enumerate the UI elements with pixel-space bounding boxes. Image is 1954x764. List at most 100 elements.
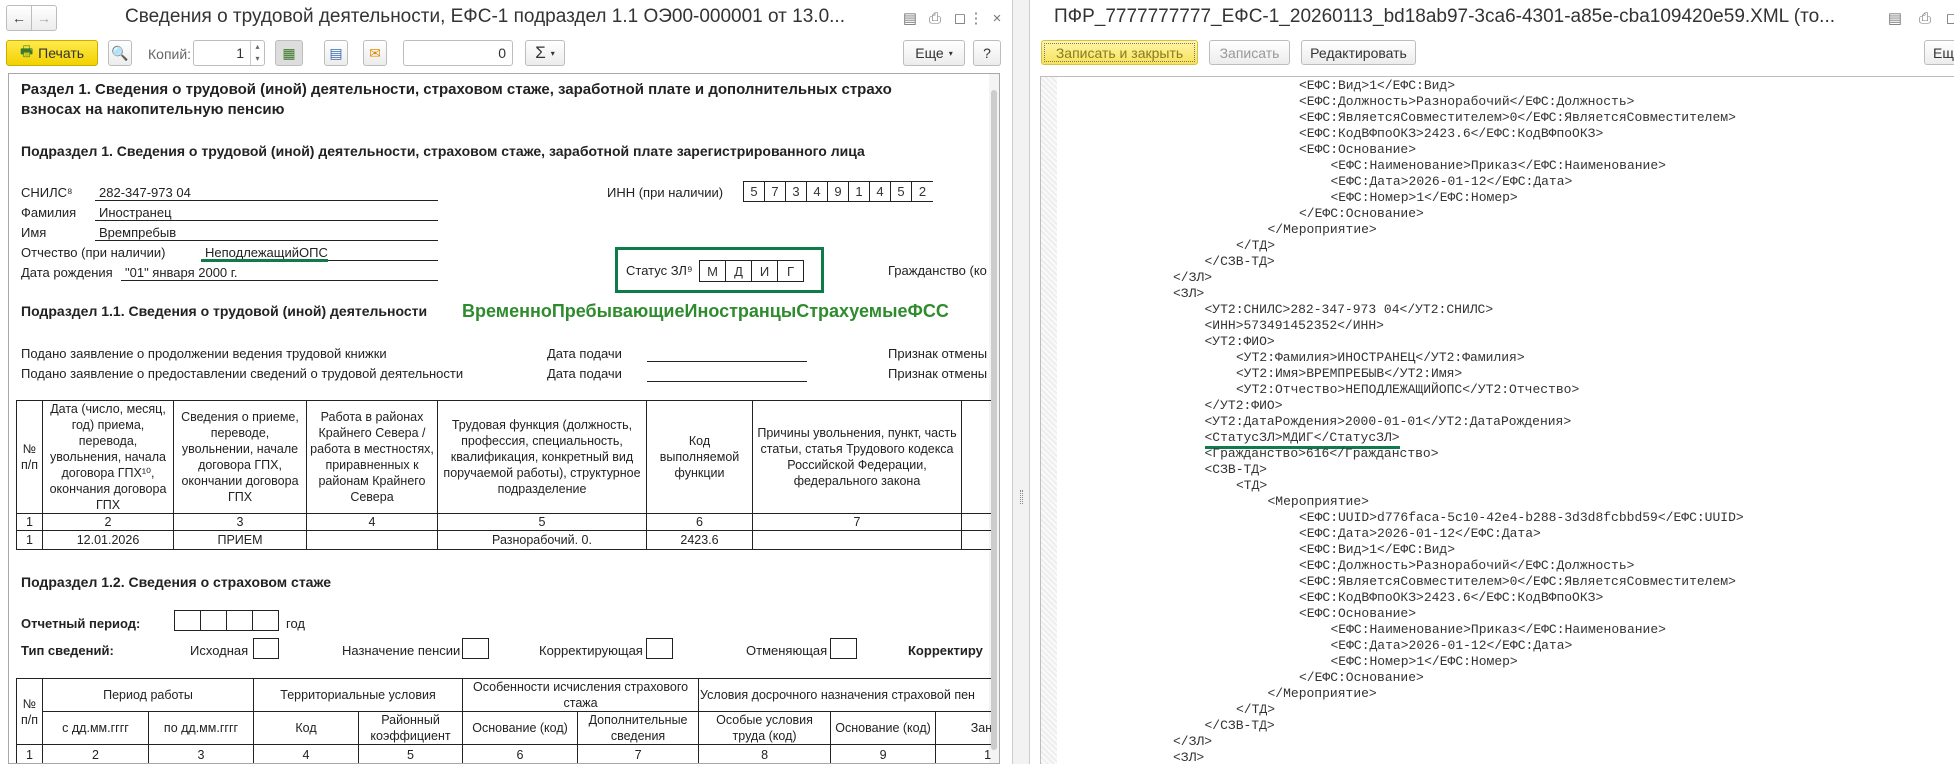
inn-digit-box: 4 [806, 181, 828, 202]
xml-line: <ЕФС:КодВФпоОКЗ>2423.6</ЕФС:КодВФпоОКЗ> [1299, 126, 1604, 141]
xml-line: </Мероприятие> [1267, 222, 1377, 237]
xml-line: </УТ2:ФИО> [1204, 398, 1283, 413]
xml-line: <ЕФС:UUID>d776faca-5c10-42e4-b288-3d3d8f… [1299, 510, 1744, 525]
xml-line: <УТ2:Фамилия>ИНОСТРАНЕЦ</УТ2:Фамилия> [1236, 350, 1525, 365]
print-icon[interactable]: ⎙ [1915, 8, 1935, 28]
save-button[interactable]: Записать [1209, 40, 1290, 65]
status-letter-box: Г [777, 260, 804, 282]
cancel-label: Признак отмены [888, 366, 988, 381]
preview-icon[interactable]: ◻ [1942, 8, 1954, 28]
status-letter-box: И [751, 260, 778, 282]
type-label: Тип сведений: [21, 643, 114, 658]
table-cell: Разнорабочий. 0. [437, 530, 647, 550]
type-initial-label: Исходная [190, 643, 249, 658]
table-cell [752, 530, 962, 550]
save-icon[interactable]: ▤ [900, 8, 920, 28]
period-year-box[interactable] [174, 610, 201, 631]
more-button[interactable]: Еще ▾ [903, 40, 965, 66]
application-label: Подано заявление о продолжении ведения т… [21, 346, 387, 361]
application-label: Подано заявление о предоставлении сведен… [21, 366, 464, 381]
xml-line: </СЗВ-ТД> [1204, 254, 1275, 269]
section-title-cont: взносах на накопительную пенсию [21, 101, 285, 118]
table-subheader: Дополнительные сведения [577, 711, 700, 745]
name-value: Времпребыв [99, 225, 177, 240]
table-subheader: Код [253, 711, 360, 745]
section-title: Раздел 1. Сведения о трудовой (иной) дея… [21, 81, 892, 98]
snils-value: 282-347-973 04 [99, 185, 191, 200]
period-year-box[interactable] [200, 610, 227, 631]
status-letter-box: Д [725, 260, 752, 282]
help-button[interactable]: ? [973, 40, 1001, 66]
print-icon[interactable]: ⎙ [925, 8, 945, 28]
more-button[interactable]: Ещ [1924, 40, 1954, 65]
date-label: Дата подачи [547, 346, 622, 361]
subsection1-title: Подраздел 1. Сведения о трудовой (иной) … [21, 143, 865, 159]
type-cancel-checkbox[interactable] [830, 638, 857, 659]
xml-line: <ЕФС:ЯвляетсяСовместителем>0</ЕФС:Являет… [1299, 110, 1736, 125]
xml-line: <ЗЛ> [1173, 286, 1205, 301]
subsection12-title: Подраздел 1.2. Сведения о страховом стаж… [21, 574, 331, 590]
sum-field[interactable]: 0 [403, 40, 513, 66]
xml-line: <ЕФС:Наименование>Приказ</ЕФС:Наименован… [1330, 158, 1666, 173]
period-year-box[interactable] [226, 610, 253, 631]
type-pension-checkbox[interactable] [462, 638, 489, 659]
surname-label: Фамилия [21, 205, 77, 220]
inn-digit-box: 2 [911, 181, 933, 202]
save-button[interactable]: ▤ [324, 40, 348, 66]
table-subheader: Районный коэффициент [358, 711, 464, 745]
save-icon[interactable]: ▤ [1885, 8, 1905, 28]
more-menu-icon[interactable]: ⋮ [969, 8, 984, 28]
period-year-box[interactable] [252, 610, 279, 631]
copies-label: Копий: [148, 46, 192, 62]
print-button[interactable]: 🖶 Печать [6, 40, 98, 66]
line-gutter [1041, 77, 1057, 764]
save-and-close-button[interactable]: Записать и закрыть [1041, 40, 1198, 65]
xml-line: </Мероприятие> [1267, 686, 1377, 701]
edit-table-button[interactable]: ▦ [275, 40, 303, 66]
chevron-down-icon: ▾ [550, 48, 555, 58]
xml-line: <ЕФС:КодВФпоОКЗ>2423.6</ЕФС:КодВФпоОКЗ> [1299, 590, 1604, 605]
table1-wrap: № п/п Дата (число, месяц, год) приема, п… [16, 400, 991, 552]
patronymic-value: НеподлежащийОПС [205, 245, 328, 260]
inn-digit-box: 3 [785, 181, 807, 202]
labor-activity-table: № п/п Дата (число, месяц, год) приема, п… [16, 400, 991, 550]
xml-line: </ТД> [1236, 238, 1276, 253]
inn-digit-box: 7 [764, 181, 786, 202]
copies-stepper[interactable]: ▴ ▾ [250, 41, 264, 65]
back-button[interactable]: ← [6, 5, 32, 31]
table-subheader: Занято [935, 711, 991, 745]
xml-line: <ЗЛ> [1173, 750, 1205, 764]
inn-digit-box: 4 [869, 181, 891, 202]
forward-button[interactable]: → [31, 5, 57, 31]
pane-splitter[interactable] [1012, 0, 1030, 764]
window-title: Сведения о трудовой деятельности, ЕФС-1 … [125, 6, 845, 27]
xml-line: </ЗЛ> [1173, 270, 1213, 285]
xml-line: </ЕФС:Основание> [1299, 670, 1424, 685]
year-label: год [286, 616, 305, 631]
document-view: Раздел 1. Сведения о трудовой (иной) дея… [8, 73, 1000, 764]
edit-button[interactable]: Редактировать [1301, 40, 1416, 65]
table-cell: 2423.6 [646, 530, 753, 550]
xml-line: <ЕФС:Основание> [1299, 142, 1417, 157]
inn-label: ИНН (при наличии) [607, 185, 724, 200]
xml-line: <ЕФС:Дата>2026-01-12</ЕФС:Дата> [1299, 526, 1541, 541]
type-initial-checkbox[interactable] [253, 638, 279, 659]
birth-value: "01" января 2000 г. [125, 265, 238, 280]
preview-button[interactable]: 🔍 [108, 40, 132, 66]
xml-line: <ТД> [1236, 478, 1268, 493]
xml-text-view[interactable]: <ЕФС:Вид>1</ЕФС:Вид> <ЕФС:Должность>Разно… [1040, 76, 1954, 764]
close-icon[interactable]: × [988, 8, 1006, 28]
type-corrective-label: Корректирующая [539, 643, 643, 658]
sum-button[interactable]: Σ ▾ [525, 40, 565, 66]
type-corrective-checkbox[interactable] [646, 638, 673, 659]
mail-button[interactable]: ✉ [363, 40, 387, 66]
inn-digit-box: 9 [827, 181, 849, 202]
xml-line: </СЗВ-ТД> [1204, 718, 1275, 733]
window-title: ПФР_7777777777_ЕФС-1_20260113_bd18ab97-3… [1054, 6, 1836, 27]
table-row: 1 12.01.2026 ПРИЕМ Разнорабочий. 0. 2423.6 [16, 530, 991, 550]
preview-icon[interactable]: ◻ [950, 8, 970, 28]
xml-line: <ЕФС:Дата>2026-01-12</ЕФС:Дата> [1330, 638, 1573, 653]
status-label: Статус ЗЛ⁹ [626, 263, 693, 278]
copies-input[interactable]: 1 ▴ ▾ [193, 40, 265, 66]
xml-line: <ЕФС:Наименование>Приказ</ЕФС:Наименован… [1330, 622, 1666, 637]
